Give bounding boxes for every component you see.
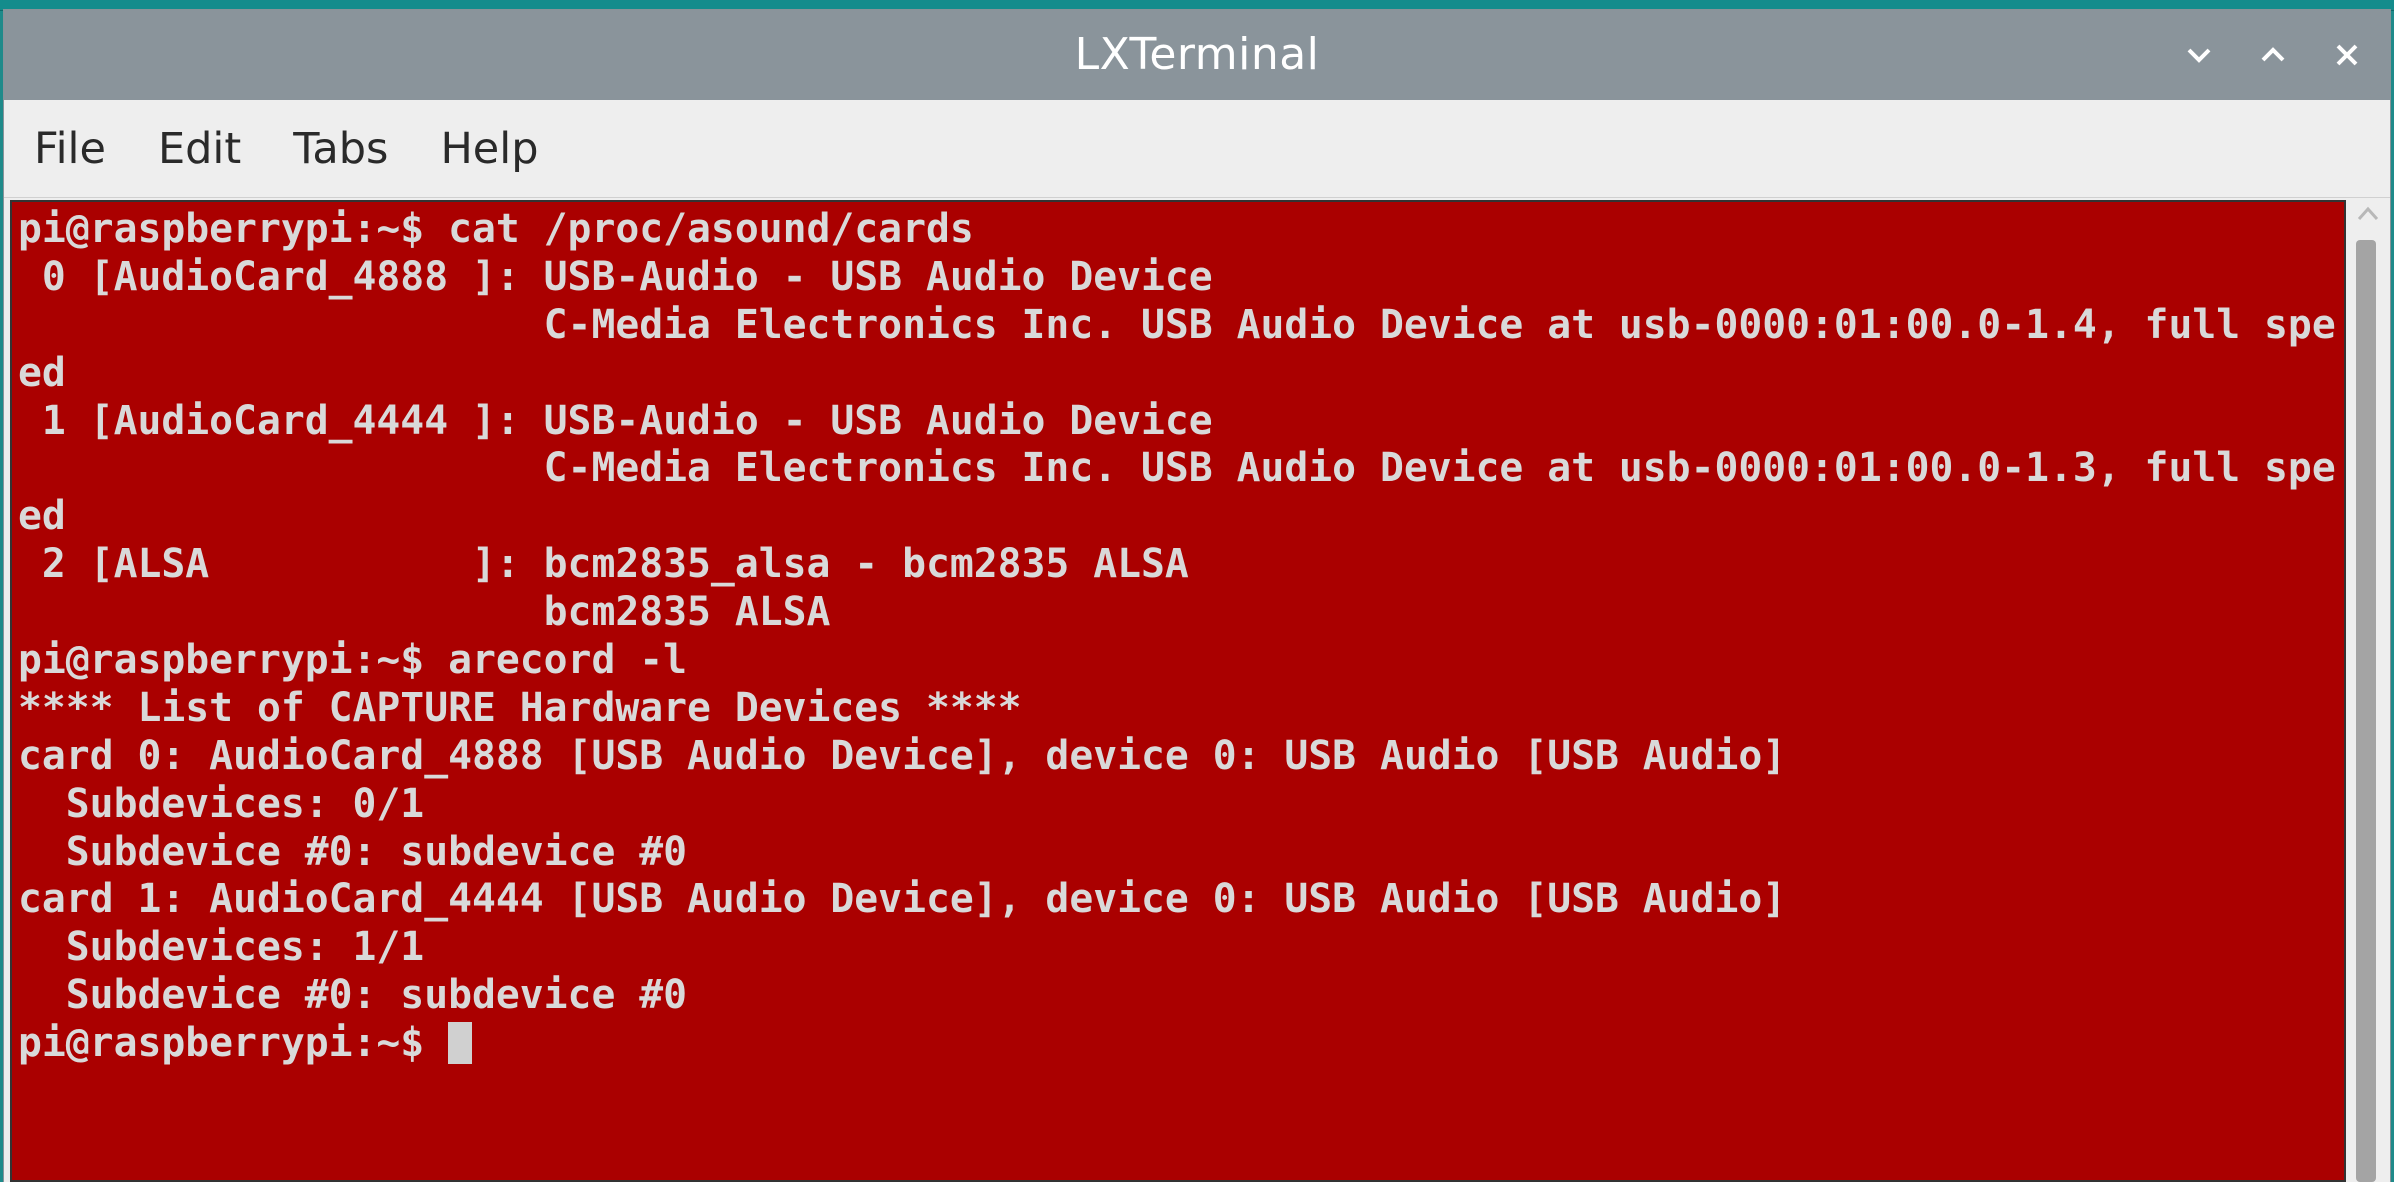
terminal-line: C-Media Electronics Inc. USB Audio Devic… bbox=[18, 301, 2336, 348]
close-icon bbox=[2336, 44, 2358, 66]
vertical-scrollbar[interactable] bbox=[2346, 200, 2390, 1182]
terminal-output[interactable]: pi@raspberrypi:~$ cat /proc/asound/cards… bbox=[10, 200, 2346, 1182]
scrollbar-thumb[interactable] bbox=[2356, 240, 2376, 1182]
terminal-line: **** List of CAPTURE Hardware Devices **… bbox=[18, 684, 1022, 731]
menu-bar: File Edit Tabs Help bbox=[4, 100, 2390, 198]
terminal-line: bcm2835 ALSA bbox=[18, 589, 831, 636]
terminal-line: card 1: AudioCard_4444 [USB Audio Device… bbox=[18, 876, 1787, 923]
title-bar[interactable]: LXTerminal bbox=[4, 10, 2390, 100]
terminal-line: ed bbox=[18, 349, 66, 396]
window-title: LXTerminal bbox=[1074, 29, 1320, 80]
text-cursor bbox=[448, 1022, 473, 1065]
terminal-line: C-Media Electronics Inc. USB Audio Devic… bbox=[18, 445, 2336, 492]
menu-tabs[interactable]: Tabs bbox=[293, 124, 388, 174]
terminal-line: ed bbox=[18, 493, 66, 540]
menu-edit[interactable]: Edit bbox=[158, 124, 241, 174]
minimize-button[interactable] bbox=[2174, 30, 2224, 80]
maximize-button[interactable] bbox=[2248, 30, 2298, 80]
menu-file[interactable]: File bbox=[34, 124, 106, 174]
menu-help[interactable]: Help bbox=[440, 124, 538, 174]
terminal-prompt-line: pi@raspberrypi:~$ bbox=[18, 1020, 2344, 1068]
terminal-prompt: pi@raspberrypi:~$ bbox=[18, 1020, 449, 1067]
chevron-up-icon bbox=[2261, 47, 2285, 62]
terminal-line: Subdevices: 0/1 bbox=[18, 780, 425, 827]
terminal-line: Subdevice #0: subdevice #0 bbox=[18, 828, 688, 875]
window-controls bbox=[2174, 10, 2372, 100]
terminal-line: card 0: AudioCard_4888 [USB Audio Device… bbox=[18, 732, 1787, 779]
chevron-down-icon bbox=[2187, 48, 2211, 63]
terminal-line: 1 [AudioCard_4444 ]: USB-Audio - USB Aud… bbox=[18, 397, 1213, 444]
terminal-text: pi@raspberrypi:~$ cat /proc/asound/cards… bbox=[12, 202, 2344, 1068]
terminal-line: 0 [AudioCard_4888 ]: USB-Audio - USB Aud… bbox=[18, 253, 1213, 300]
scroll-up-arrow-icon[interactable] bbox=[2356, 204, 2380, 224]
terminal-line: 2 [ALSA ]: bcm2835_alsa - bcm2835 ALSA bbox=[18, 541, 1189, 588]
close-button[interactable] bbox=[2322, 30, 2372, 80]
terminal-line: pi@raspberrypi:~$ cat /proc/asound/cards bbox=[18, 206, 974, 252]
terminal-line: Subdevices: 1/1 bbox=[18, 924, 425, 971]
terminal-line: pi@raspberrypi:~$ arecord -l bbox=[18, 637, 688, 684]
lxterminal-window: LXTerminal File Edit Tabs Help pi@raspbe… bbox=[4, 10, 2390, 1182]
terminal-line: Subdevice #0: subdevice #0 bbox=[18, 972, 688, 1019]
